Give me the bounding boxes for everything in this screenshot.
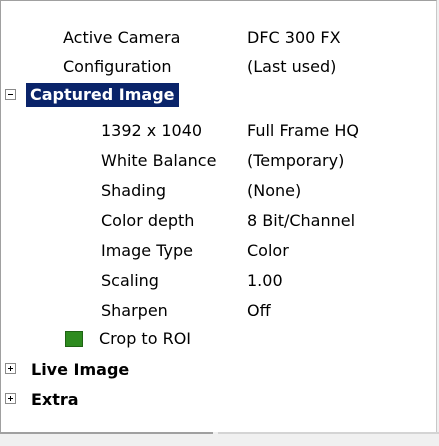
property-value[interactable]: DFC 300 FX	[247, 23, 341, 52]
expand-toggle-icon[interactable]	[5, 393, 16, 404]
property-value[interactable]: Full Frame HQ	[247, 116, 359, 145]
property-label: Configuration	[63, 57, 172, 76]
section-label[interactable]: Extra	[31, 385, 79, 414]
crop-to-roi-row[interactable]: Crop to ROI	[1, 324, 436, 353]
status-bar-segment	[0, 432, 213, 434]
property-row-image-type[interactable]: Image Type Color	[1, 236, 436, 265]
property-label: Sharpen	[101, 301, 168, 320]
collapse-toggle-icon[interactable]	[5, 89, 16, 100]
property-label: Shading	[101, 181, 166, 200]
property-value[interactable]: 8 Bit/Channel	[247, 206, 355, 235]
property-label: Color depth	[101, 211, 195, 230]
section-live-image[interactable]: Live Image	[1, 355, 436, 384]
section-captured-image[interactable]: Captured Image	[1, 81, 436, 110]
crop-to-roi-label: Crop to ROI	[99, 329, 192, 348]
expand-toggle-icon[interactable]	[5, 363, 16, 374]
property-value[interactable]: (Temporary)	[247, 146, 344, 175]
property-value[interactable]: 1.00	[247, 266, 283, 295]
property-row-white-balance[interactable]: White Balance (Temporary)	[1, 146, 436, 175]
property-row-resolution[interactable]: 1392 x 1040 Full Frame HQ	[1, 116, 436, 145]
property-label: Scaling	[101, 271, 159, 290]
status-bar	[0, 432, 439, 446]
property-row-color-depth[interactable]: Color depth 8 Bit/Channel	[1, 206, 436, 235]
property-label: Image Type	[101, 241, 193, 260]
property-row-configuration[interactable]: Configuration (Last used)	[1, 52, 436, 81]
section-extra[interactable]: Extra	[1, 385, 436, 414]
section-label[interactable]: Live Image	[31, 355, 129, 384]
property-value[interactable]: (None)	[247, 176, 301, 205]
property-label: White Balance	[101, 151, 217, 170]
crop-to-roi-checkbox[interactable]	[65, 331, 83, 347]
property-label: 1392 x 1040	[101, 121, 203, 140]
property-value[interactable]: (Last used)	[247, 52, 336, 81]
section-label[interactable]: Captured Image	[26, 83, 179, 107]
property-row-active-camera[interactable]: Active Camera DFC 300 FX	[1, 23, 436, 52]
property-row-shading[interactable]: Shading (None)	[1, 176, 436, 205]
property-row-scaling[interactable]: Scaling 1.00	[1, 266, 436, 295]
property-label: Active Camera	[63, 28, 181, 47]
property-row-sharpen[interactable]: Sharpen Off	[1, 296, 436, 325]
property-panel: Active Camera DFC 300 FX Configuration (…	[0, 0, 437, 432]
status-bar-segment	[218, 432, 439, 434]
property-value[interactable]: Color	[247, 236, 289, 265]
property-value[interactable]: Off	[247, 296, 271, 325]
